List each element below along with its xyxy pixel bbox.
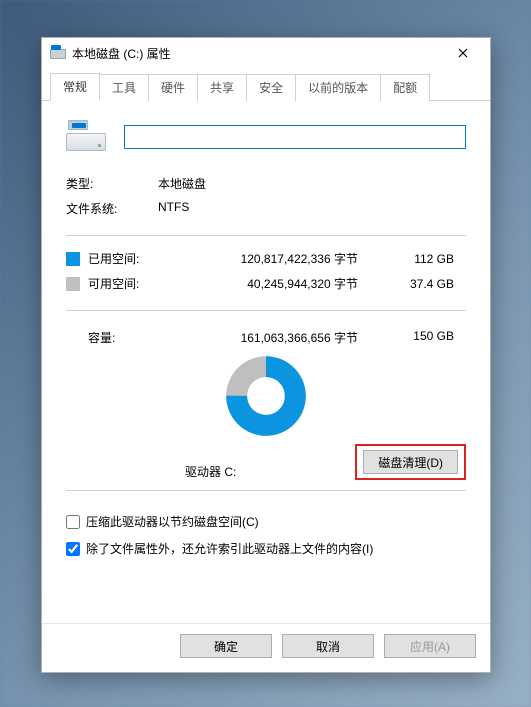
used-human: 112 GB: [358, 252, 466, 266]
type-label: 类型:: [66, 175, 158, 192]
drive-icon: [50, 45, 66, 61]
tab-security[interactable]: 安全: [246, 74, 296, 101]
disk-cleanup-highlight: 磁盘清理(D): [355, 444, 466, 480]
properties-dialog: 本地磁盘 (C:) 属性 常规 工具 硬件 共享 安全 以前的版本 配额 类型:…: [41, 37, 491, 673]
tab-sharing[interactable]: 共享: [197, 74, 247, 101]
drive-name-input[interactable]: [124, 125, 466, 149]
free-bytes: 40,245,944,320 字节: [188, 275, 358, 292]
capacity-bytes: 161,063,366,656 字节: [188, 329, 358, 346]
filesystem-value: NTFS: [158, 200, 189, 217]
compress-label: 压缩此驱动器以节约磁盘空间(C): [86, 513, 259, 530]
free-label: 可用空间:: [88, 275, 188, 292]
free-swatch: [66, 277, 80, 291]
window-title: 本地磁盘 (C:) 属性: [72, 45, 440, 62]
apply-button[interactable]: 应用(A): [384, 634, 476, 658]
drive-large-icon: [66, 117, 106, 157]
separator: [66, 490, 466, 491]
tab-tools[interactable]: 工具: [99, 74, 149, 101]
tab-quota[interactable]: 配额: [380, 74, 430, 101]
type-value: 本地磁盘: [158, 175, 206, 192]
separator: [66, 235, 466, 236]
used-label: 已用空间:: [88, 250, 188, 267]
tab-hardware[interactable]: 硬件: [148, 74, 198, 101]
used-swatch: [66, 252, 80, 266]
usage-donut-chart: [222, 352, 310, 440]
filesystem-label: 文件系统:: [66, 200, 158, 217]
cancel-button[interactable]: 取消: [282, 634, 374, 658]
close-button[interactable]: [440, 38, 486, 68]
ok-button[interactable]: 确定: [180, 634, 272, 658]
titlebar: 本地磁盘 (C:) 属性: [42, 38, 490, 68]
dialog-footer: 确定 取消 应用(A): [42, 623, 490, 672]
separator: [66, 310, 466, 311]
index-checkbox[interactable]: [66, 542, 80, 556]
used-bytes: 120,817,422,336 字节: [188, 250, 358, 267]
disk-cleanup-button[interactable]: 磁盘清理(D): [363, 450, 458, 474]
index-checkbox-row[interactable]: 除了文件属性外，还允许索引此驱动器上文件的内容(I): [66, 540, 466, 557]
capacity-human: 150 GB: [358, 329, 466, 346]
capacity-label: 容量:: [66, 329, 188, 346]
index-label: 除了文件属性外，还允许索引此驱动器上文件的内容(I): [86, 540, 373, 557]
close-icon: [458, 48, 468, 58]
free-human: 37.4 GB: [358, 277, 466, 291]
compress-checkbox-row[interactable]: 压缩此驱动器以节约磁盘空间(C): [66, 513, 466, 530]
drive-label: 驱动器 C:: [185, 465, 236, 479]
tab-bar: 常规 工具 硬件 共享 安全 以前的版本 配额: [42, 68, 490, 101]
tab-previous-versions[interactable]: 以前的版本: [295, 74, 381, 101]
tab-content-general: 类型: 本地磁盘 文件系统: NTFS 已用空间: 120,817,422,33…: [42, 101, 490, 623]
compress-checkbox[interactable]: [66, 515, 80, 529]
tab-general[interactable]: 常规: [50, 73, 100, 101]
